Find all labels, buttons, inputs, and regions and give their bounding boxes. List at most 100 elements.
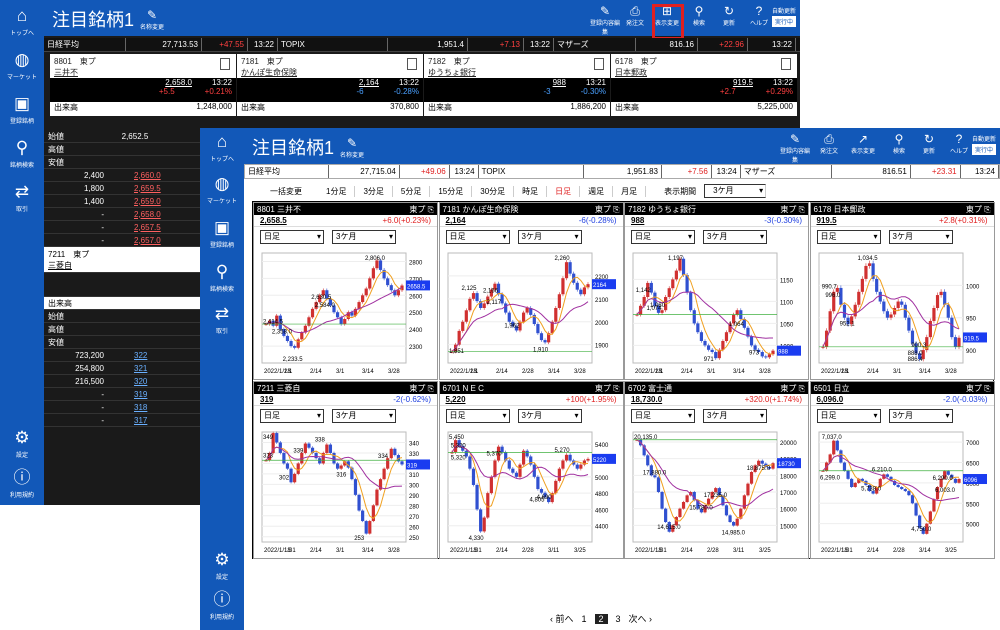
card-title[interactable]: 7182 ゆうちょ銀行 <box>628 204 696 215</box>
interval-select[interactable]: 日足 <box>631 409 695 423</box>
toolbar-button-3[interactable]: ⚲ 検索 <box>884 132 914 155</box>
sidebar-item-3[interactable]: ⚲ 銘柄検索 <box>200 262 244 293</box>
stock-name[interactable]: 三菱自 <box>48 260 72 271</box>
card-title[interactable]: 7181 かんぽ生命保険 <box>443 204 519 215</box>
toolbar-button-5[interactable]: ? ヘルプ <box>944 132 974 155</box>
board-price: 2,660.0 <box>134 170 161 180</box>
range-select[interactable]: 3ケ月 <box>888 409 953 423</box>
card-title[interactable]: 6702 富士通 <box>628 383 672 394</box>
card-title[interactable]: 6501 日立 <box>814 383 850 394</box>
price-tag-label: 988 <box>778 350 789 356</box>
book-icon[interactable] <box>407 58 417 70</box>
candlestick-chart[interactable]: 7000650060005500500060967,037.06,299.06,… <box>817 428 989 556</box>
auto-refresh-toggle[interactable]: 自動更新 実行中 <box>771 6 796 27</box>
interval-select[interactable]: 日足 <box>816 230 881 244</box>
candlestick-chart[interactable]: 3403303203103002902802702602503193493393… <box>260 428 432 556</box>
quote-panel[interactable]: 8801 東プ 三井不 2,658.0 13:22 +5.5 +0.21% 出来高 1,248… <box>50 54 236 116</box>
toolbar-button-5[interactable]: ? ヘルプ <box>744 4 774 27</box>
candlestick-chart[interactable]: 1000 950 900 919.5 1,034.5 996.0 990.7 952.1 900… <box>817 249 989 377</box>
interval-select[interactable]: 日足 <box>260 409 324 423</box>
auto-refresh-toggle[interactable]: 自動更新 実行中 <box>971 134 996 155</box>
interval-select[interactable]: 日足 <box>445 230 510 244</box>
card-title[interactable]: 6178 日本郵政 <box>814 204 866 215</box>
toolbar-button-4[interactable]: ↻ 更新 <box>914 132 944 155</box>
period-button[interactable]: 週足 <box>580 185 614 197</box>
candlestick-chart[interactable]: 11501100105010009881,1971,1421,0741,0641… <box>631 249 803 377</box>
range-select[interactable]: 3ケ月 <box>517 409 582 423</box>
stock-name[interactable]: かんぽ生命保険 <box>241 67 419 78</box>
sidebar-item-2[interactable]: ▣ 登録銘柄 <box>200 218 244 249</box>
candlestick-chart[interactable]: 2800270026002500240023002658.52,806.02,6… <box>260 249 432 377</box>
sidebar-item-4[interactable]: ⇄ 取引 <box>0 182 44 213</box>
range-select[interactable]: 3ケ月 <box>703 409 767 423</box>
sidebar-item-6[interactable]: ⓘ 利用規約 <box>0 468 44 499</box>
sidebar-item-1[interactable]: ◍ マーケット <box>0 50 44 81</box>
page-number[interactable]: 3 <box>616 614 621 624</box>
toolbar-button-1[interactable]: ⎙ 発注文 <box>620 4 650 27</box>
next-page-button[interactable]: 次へ › <box>629 612 653 625</box>
sidebar-item-4[interactable]: ⇄ 取引 <box>200 304 244 335</box>
candle-body <box>325 444 329 453</box>
period-button[interactable]: 1分足 <box>318 185 356 197</box>
toolbar-label: 更新 <box>922 149 935 155</box>
sidebar-item-5[interactable]: ⚙ 設定 <box>0 428 44 459</box>
sidebar-item-5[interactable]: ⚙ 設定 <box>200 550 244 581</box>
sidebar-item-0[interactable]: ⌂ トップへ <box>200 132 244 163</box>
book-icon[interactable] <box>781 58 791 70</box>
toolbar-button-0[interactable]: ✎ 登録内容編集 <box>780 132 810 164</box>
candlestick-chart[interactable]: 2000019000180001700016000150001873020,13… <box>631 428 803 556</box>
x-tick-label: 3/28 <box>945 369 957 375</box>
sidebar-item-0[interactable]: ⌂ トップへ <box>0 6 44 37</box>
price-annotation: 2,630.5 <box>311 295 332 301</box>
book-icon[interactable] <box>220 58 230 70</box>
volume-row: 出来高 5,225,000 <box>611 102 797 116</box>
period-button[interactable]: 15分足 <box>430 185 473 197</box>
page-number[interactable]: 1 <box>582 614 587 624</box>
candle-body <box>735 310 739 315</box>
card-title[interactable]: 6701 N E C <box>443 384 484 393</box>
range-select[interactable]: 3ケ月 <box>332 230 396 244</box>
rename-button[interactable]: ✎ 名称変更 <box>140 8 164 31</box>
period-button[interactable]: 3分足 <box>355 185 393 197</box>
sidebar-item-3[interactable]: ⚲ 銘柄検索 <box>0 138 44 169</box>
toolbar-button-4[interactable]: ↻ 更新 <box>714 4 744 27</box>
period-button[interactable]: 月足 <box>613 185 647 197</box>
book-icon[interactable] <box>594 58 604 70</box>
range-select[interactable]: 3ケ月 <box>517 230 582 244</box>
range-select[interactable]: 3ケ月 <box>888 230 953 244</box>
interval-select[interactable]: 日足 <box>816 409 881 423</box>
index-value: 816.51 <box>832 165 911 178</box>
card-title[interactable]: 7211 三菱自 <box>257 383 300 394</box>
range-select[interactable]: 3ケ月 <box>703 230 767 244</box>
period-button[interactable]: 時足 <box>514 185 548 197</box>
interval-select[interactable]: 日足 <box>260 230 324 244</box>
quote-panel[interactable]: 7181 東プ かんぽ生命保険 2,164 13:22 -6 -0.28% 出来高 370,8… <box>237 54 423 116</box>
interval-select[interactable]: 日足 <box>445 409 510 423</box>
period-button[interactable]: 5分足 <box>393 185 431 197</box>
sidebar-item-6[interactable]: ⓘ 利用規約 <box>200 590 244 621</box>
range-select[interactable]: 3ケ月 <box>332 409 396 423</box>
stock-name[interactable]: 三井不 <box>54 67 232 78</box>
toolbar-button-0[interactable]: ✎ 登録内容編集 <box>590 4 620 36</box>
quote-panel[interactable]: 6178 東プ 日本郵政 919.5 13:22 +2.7 +0.29% 出来高 5,225,… <box>611 54 797 116</box>
candlestick-chart[interactable]: 54005200500048004600440052205,4505,3705,… <box>446 428 618 556</box>
sidebar-item-2[interactable]: ▣ 登録銘柄 <box>0 94 44 125</box>
period-button[interactable]: 30分足 <box>472 185 515 197</box>
candle-body <box>710 349 714 352</box>
stock-name[interactable]: ゆうちょ銀行 <box>428 67 606 78</box>
stock-name[interactable]: 日本郵政 <box>615 67 793 78</box>
toolbar-button-1[interactable]: ⎙ 発注文 <box>814 132 844 155</box>
interval-select[interactable]: 日足 <box>631 230 695 244</box>
page-number[interactable]: 2 <box>594 613 608 624</box>
prev-page-button[interactable]: ‹ 前へ <box>550 612 574 625</box>
rename-button[interactable]: ✎ 名称変更 <box>340 136 364 159</box>
range-select[interactable]: 3ケ月 <box>704 184 767 198</box>
card-title[interactable]: 8801 三井不 <box>257 204 301 215</box>
period-button[interactable]: 日足 <box>547 185 581 197</box>
sidebar-item-1[interactable]: ◍ マーケット <box>200 174 244 205</box>
toolbar-button-2[interactable]: ↗ 表示変更 <box>848 132 878 155</box>
toolbar-button-3[interactable]: ⚲ 検索 <box>684 4 714 27</box>
quote-panel[interactable]: 7182 東プ ゆうちょ銀行 988 13:21 -3 -0.30% 出来高 1,886,20… <box>424 54 610 116</box>
candlestick-chart[interactable]: 220021002000190021642,2602,1662,1252,117… <box>446 249 618 377</box>
candle-body <box>328 444 333 453</box>
